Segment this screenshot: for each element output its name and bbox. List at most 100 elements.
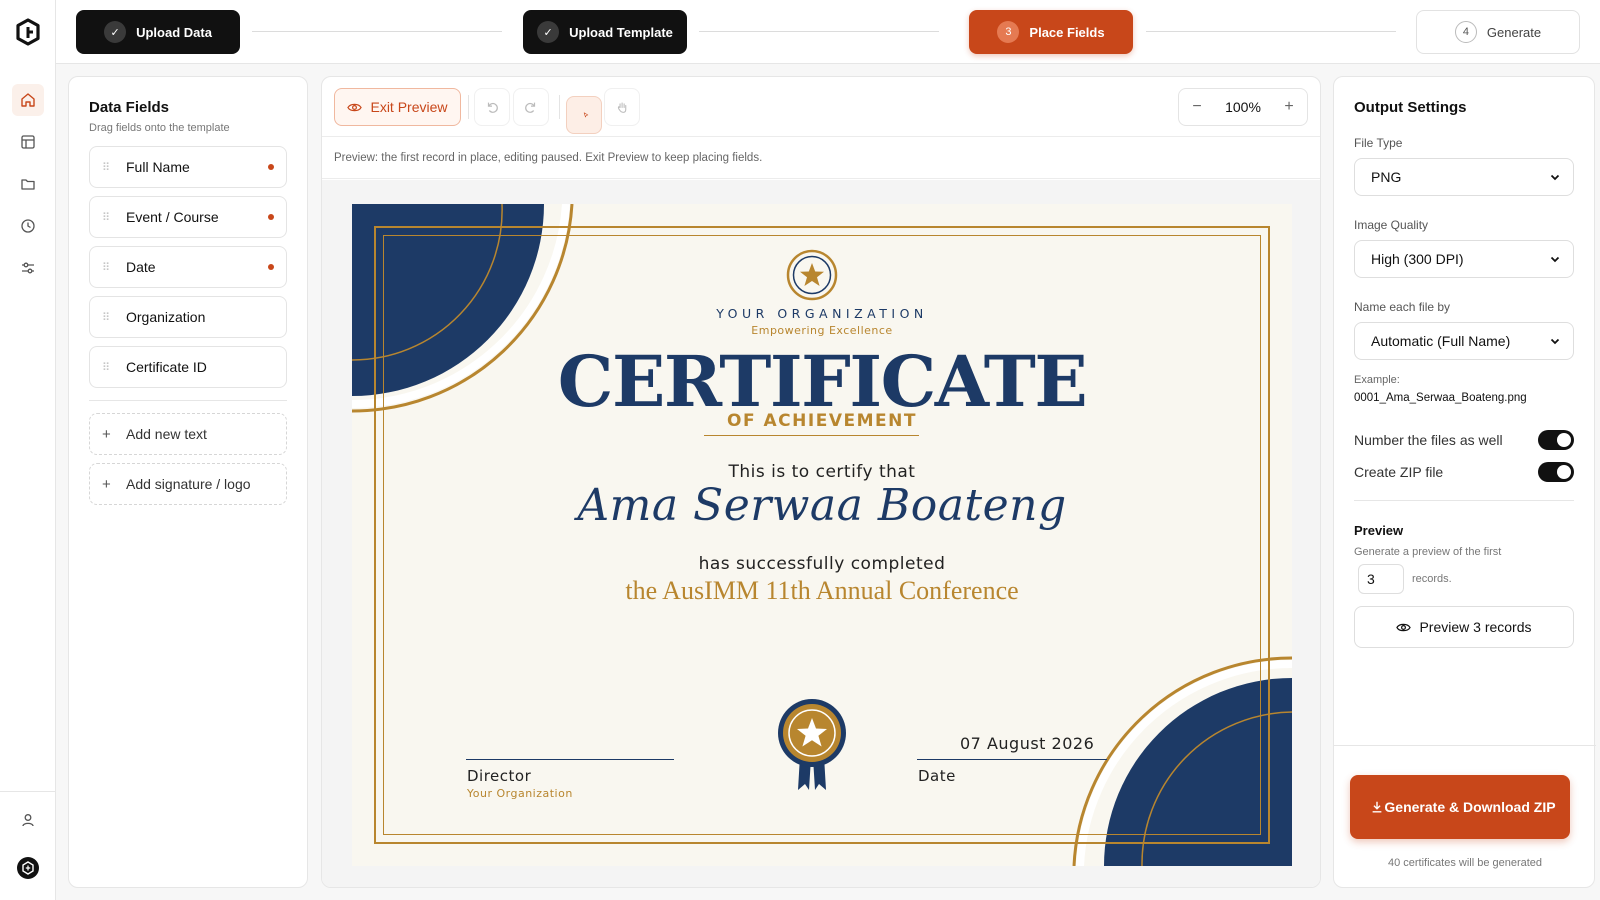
select-tool-button[interactable] [566, 96, 602, 134]
undo-button[interactable] [474, 88, 510, 126]
preview-records-button[interactable]: Preview 3 records [1354, 606, 1574, 648]
cert-certify-text: This is to certify that [728, 462, 916, 482]
step-generate[interactable]: 4 Generate [1416, 10, 1580, 54]
preview-count-input[interactable]: 3 [1358, 564, 1404, 594]
rail-divider [0, 791, 56, 792]
star-emblem-icon [786, 249, 838, 301]
file-type-select[interactable]: PNG [1354, 158, 1574, 196]
canvas-toolbar: Exit Preview − 100% + [322, 77, 1320, 137]
step-number: 4 [1454, 21, 1477, 43]
field-date[interactable]: ⠿ Date [89, 246, 287, 288]
field-event-course[interactable]: ⠿ Event / Course [89, 196, 287, 238]
button-label: Add signature / logo [126, 476, 251, 492]
cert-director-label: Director [467, 767, 532, 785]
field-full-name[interactable]: ⠿ Full Name [89, 146, 287, 188]
button-label: Add new text [126, 426, 207, 442]
preview-description: Generate a preview of the first [1354, 546, 1502, 558]
cert-date-value: 07 August 2026 [960, 734, 1095, 753]
chevron-down-icon [1550, 256, 1560, 263]
drag-handle-icon[interactable]: ⠿ [102, 211, 126, 224]
step-connector [1146, 31, 1396, 32]
chevron-down-icon [1550, 174, 1560, 181]
preview-section: Preview Generate a preview of the first … [1354, 500, 1574, 648]
zoom-control: − 100% + [1178, 88, 1308, 126]
drag-handle-icon[interactable]: ⠿ [102, 311, 126, 324]
subtitle-underline [704, 435, 919, 436]
step-label: Generate [1486, 24, 1542, 40]
toggle-label: Create ZIP file [1354, 464, 1444, 480]
field-label: Event / Course [126, 209, 219, 225]
image-quality-select[interactable]: High (300 DPI) [1354, 240, 1574, 278]
select-value: Automatic (Full Name) [1371, 333, 1511, 349]
preview-title: Preview [1354, 523, 1404, 538]
canvas-area: YOUR ORGANIZATION Empowering Excellence … [322, 180, 1320, 887]
create-zip-toggle-row: Create ZIP file [1354, 462, 1574, 482]
cert-event: the AusIMM 11th Annual Conference [625, 576, 1019, 605]
field-organization[interactable]: ⠿ Organization [89, 296, 287, 338]
drag-handle-icon[interactable]: ⠿ [102, 161, 126, 174]
file-type-label: File Type [1354, 136, 1403, 150]
step-label: Upload Data [136, 24, 212, 40]
canvas-panel: Exit Preview − 100% + Preview: the first… [321, 76, 1321, 888]
step-place-fields[interactable]: 3 Place Fields [969, 10, 1133, 54]
pan-tool-button[interactable] [604, 88, 640, 126]
field-label: Full Name [126, 159, 190, 175]
step-label: Place Fields [1029, 24, 1105, 40]
cert-org: YOUR ORGANIZATION [716, 306, 928, 321]
step-upload-template[interactable]: ✓ Upload Template [523, 10, 687, 54]
example-label: Example: [1354, 374, 1400, 386]
home-icon[interactable] [12, 84, 44, 116]
app-logo-icon[interactable] [14, 18, 42, 46]
stepper-bar: ✓ Upload Data ✓ Upload Template 3 Place … [56, 0, 1600, 64]
preview-notice: Preview: the first record in place, edit… [322, 137, 1320, 179]
award-seal-icon [778, 699, 846, 790]
preview-suffix: records. [1412, 573, 1452, 585]
placed-indicator [268, 164, 274, 170]
step-number: 3 [997, 21, 1020, 43]
zoom-in-button[interactable]: + [1281, 98, 1297, 116]
icon-rail [0, 0, 56, 900]
generate-count-note: 40 certificates will be generated [1387, 857, 1543, 869]
zoom-level: 100% [1225, 99, 1261, 115]
exit-preview-button[interactable]: Exit Preview [334, 88, 461, 126]
redo-button[interactable] [513, 88, 549, 126]
toolbar-divider [559, 95, 560, 119]
select-value: PNG [1371, 169, 1402, 185]
cert-completed-text: has successfully completed [698, 554, 946, 574]
create-zip-toggle[interactable] [1538, 462, 1574, 482]
eye-icon [1396, 623, 1412, 631]
workspace-badge-icon[interactable] [16, 856, 40, 880]
cert-tagline: Empowering Excellence [751, 324, 893, 337]
template-icon[interactable] [16, 130, 40, 154]
history-icon[interactable] [16, 214, 40, 238]
field-certificate-id[interactable]: ⠿ Certificate ID [89, 346, 287, 388]
number-files-toggle[interactable] [1538, 430, 1574, 450]
redo-icon [525, 102, 536, 113]
panel-title: Data Fields [89, 99, 170, 116]
select-value: High (300 DPI) [1371, 251, 1464, 267]
settings-sliders-icon[interactable] [16, 256, 40, 280]
panel-subtitle: Drag fields onto the template [89, 122, 230, 134]
plus-icon: + [102, 425, 111, 443]
field-label: Date [126, 259, 156, 275]
button-label: Generate & Download ZIP [1384, 798, 1556, 815]
panel-title: Output Settings [1354, 99, 1467, 116]
add-signature-logo-button[interactable]: + Add signature / logo [89, 463, 287, 505]
cert-subtitle: OF ACHIEVEMENT [727, 411, 917, 431]
naming-select[interactable]: Automatic (Full Name) [1354, 322, 1574, 360]
placed-indicator [268, 264, 274, 270]
step-upload-data[interactable]: ✓ Upload Data [76, 10, 240, 54]
cursor-icon [583, 112, 589, 118]
drag-handle-icon[interactable]: ⠿ [102, 361, 126, 374]
generate-download-zip-button[interactable]: Generate & Download ZIP [1350, 775, 1570, 839]
hand-icon [617, 102, 626, 113]
cert-recipient-name: Ama Serwaa Boateng [577, 480, 1067, 531]
drag-handle-icon[interactable]: ⠿ [102, 261, 126, 274]
add-new-text-button[interactable]: + Add new text [89, 413, 287, 455]
zoom-out-button[interactable]: − [1189, 98, 1205, 116]
button-label: Preview 3 records [1419, 619, 1532, 635]
user-icon[interactable] [16, 808, 40, 832]
output-settings-panel: Output Settings File Type PNG Image Qual… [1333, 76, 1596, 888]
toolbar-divider [468, 95, 469, 119]
folder-icon[interactable] [16, 172, 40, 196]
